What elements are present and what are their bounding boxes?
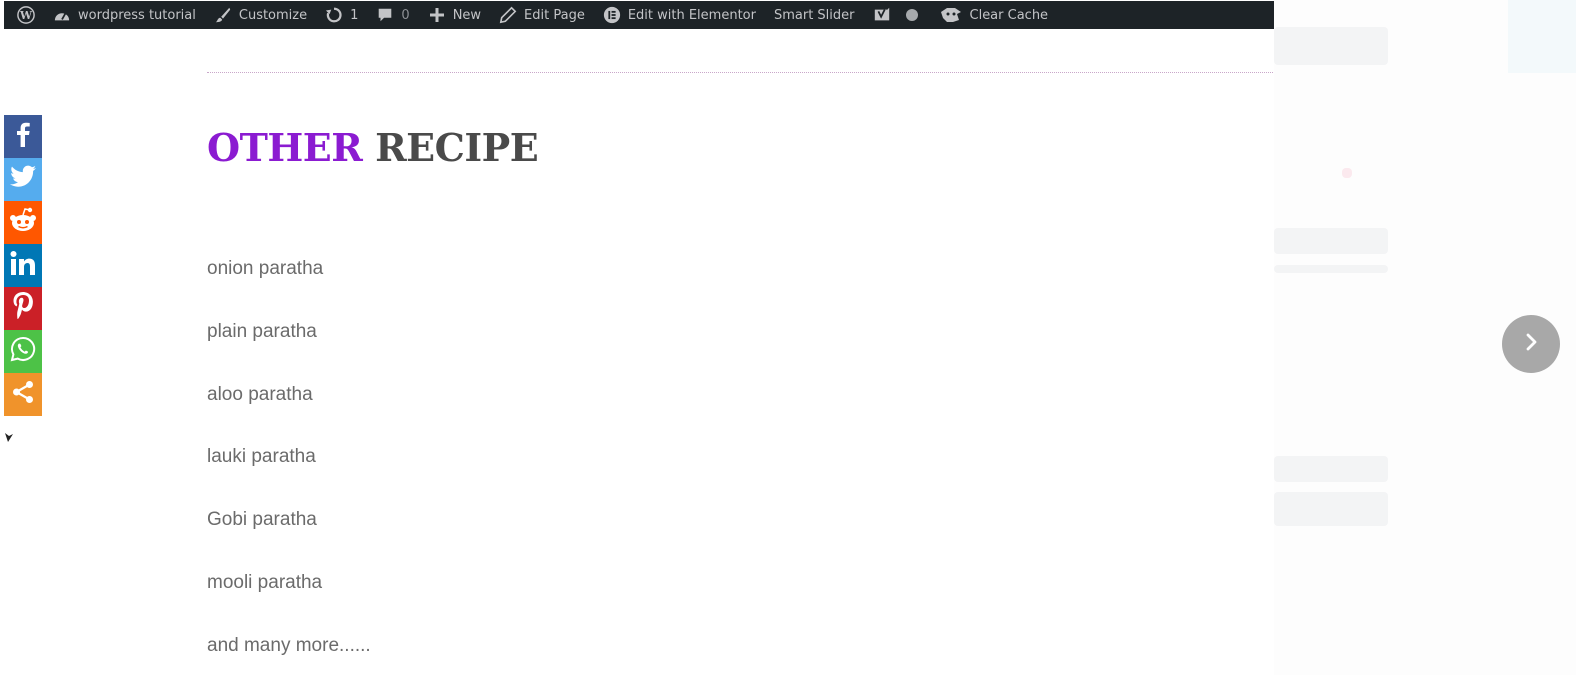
- dashboard-gauge-icon: [53, 6, 71, 24]
- svg-text:W: W: [19, 9, 33, 22]
- recipe-link[interactable]: aloo paratha: [207, 384, 313, 406]
- twitter-share-button[interactable]: [4, 158, 42, 201]
- cache-cheetah-icon: [939, 6, 963, 24]
- twitter-bird-icon: [9, 165, 37, 194]
- elementor-logo-icon: [603, 6, 621, 24]
- comments-count: 0: [401, 7, 410, 23]
- edit-page-link[interactable]: Edit Page: [490, 1, 594, 29]
- edit-with-elementor-link[interactable]: Edit with Elementor: [594, 1, 765, 29]
- facebook-icon: [12, 121, 34, 152]
- customize-link[interactable]: Customize: [205, 1, 316, 29]
- wordpress-logo-icon: W: [17, 6, 35, 24]
- collapse-arrow-icon: [4, 430, 14, 447]
- ghost-block: [1274, 228, 1388, 254]
- share-bar-toggle-button[interactable]: [4, 430, 14, 442]
- recipe-link[interactable]: onion paratha: [207, 258, 323, 280]
- recipe-link[interactable]: lauki paratha: [207, 446, 316, 468]
- linkedin-share-button[interactable]: [4, 244, 42, 287]
- section-title-rest: RECIPE: [375, 125, 539, 170]
- pinterest-icon: [12, 291, 34, 326]
- pencil-icon: [499, 6, 517, 24]
- customize-label: Customize: [238, 7, 308, 23]
- reddit-share-button[interactable]: [4, 201, 42, 244]
- clear-cache-link[interactable]: Clear Cache: [930, 1, 1058, 29]
- edit-page-label: Edit Page: [524, 7, 585, 23]
- recipe-link[interactable]: plain paratha: [207, 321, 317, 343]
- paintbrush-icon: [214, 6, 232, 24]
- new-label: New: [452, 7, 482, 23]
- ghost-block: [1274, 265, 1388, 273]
- plus-icon: [428, 6, 446, 24]
- ghost-block: [1274, 27, 1388, 65]
- recipe-link[interactable]: and many more......: [207, 635, 371, 657]
- updates-link[interactable]: 1: [316, 1, 367, 29]
- yoast-seo-menu[interactable]: [864, 1, 930, 29]
- wp-logo-menu[interactable]: W: [8, 1, 44, 29]
- seo-status-dot-icon: [903, 6, 921, 24]
- comments-link[interactable]: 0: [367, 1, 418, 29]
- whatsapp-share-button[interactable]: [4, 330, 42, 373]
- more-share-button[interactable]: [4, 373, 42, 416]
- smart-slider-label: Smart Slider: [773, 7, 855, 23]
- recipe-link[interactable]: Gobi paratha: [207, 509, 317, 531]
- updates-count: 1: [350, 7, 359, 23]
- updates-refresh-icon: [325, 6, 343, 24]
- ghost-dot: [1342, 168, 1352, 178]
- wp-admin-bar: W wordpress tutorial Customize 1 0 New E…: [4, 1, 1274, 29]
- share-nodes-icon: [11, 380, 35, 409]
- comment-bubble-icon: [376, 6, 394, 24]
- section-title-accent: OTHER: [207, 125, 363, 170]
- ghost-block: [1274, 456, 1388, 482]
- section-divider: [207, 72, 1273, 73]
- slider-next-button[interactable]: [1502, 315, 1560, 373]
- edit-elementor-label: Edit with Elementor: [627, 7, 756, 23]
- site-name-label: wordpress tutorial: [78, 7, 196, 23]
- faded-corner-panel: [1508, 0, 1576, 73]
- reddit-alien-icon: [9, 207, 37, 238]
- clear-cache-label: Clear Cache: [969, 7, 1049, 23]
- smart-slider-menu[interactable]: Smart Slider: [765, 1, 864, 29]
- site-name-menu[interactable]: wordpress tutorial: [44, 1, 205, 29]
- section-title: OTHER RECIPE: [207, 124, 539, 172]
- linkedin-icon: [10, 250, 36, 281]
- chevron-right-icon: [1521, 330, 1541, 359]
- facebook-share-button[interactable]: [4, 115, 42, 158]
- whatsapp-icon: [10, 336, 36, 367]
- social-share-bar: [4, 115, 42, 416]
- new-content-menu[interactable]: New: [419, 1, 490, 29]
- recipe-link[interactable]: mooli paratha: [207, 572, 322, 594]
- pinterest-share-button[interactable]: [4, 287, 42, 330]
- yoast-logo-icon: [873, 6, 891, 24]
- ghost-block: [1274, 492, 1388, 526]
